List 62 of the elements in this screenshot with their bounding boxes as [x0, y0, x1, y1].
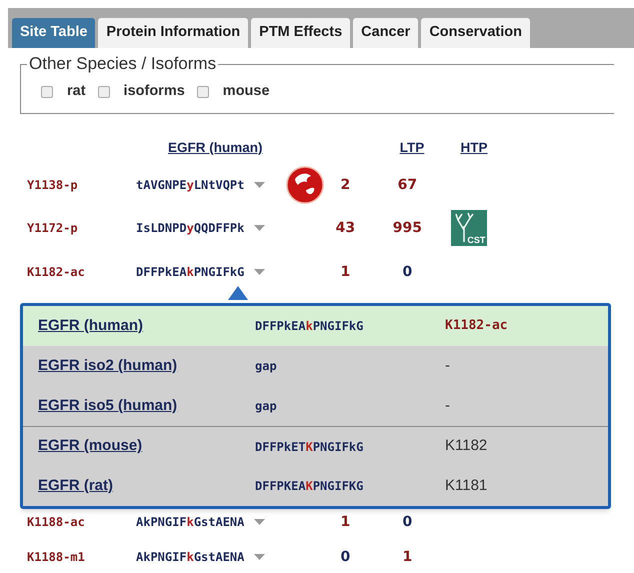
site-label: K1188-ac: [26, 514, 86, 531]
htp-count: 1: [402, 548, 414, 566]
tab[interactable]: Protein Information: [98, 18, 248, 48]
site-label: -: [445, 356, 450, 376]
htp-count: 995: [392, 218, 423, 238]
sequence: IsLDNPDyQQDFFPk: [136, 220, 244, 237]
species-link[interactable]: EGFR (mouse): [23, 435, 255, 458]
checkbox[interactable]: [41, 86, 53, 98]
tab[interactable]: PTM Effects: [251, 18, 350, 48]
dropdown-caret-icon[interactable]: [254, 268, 266, 276]
species-link[interactable]: EGFR (rat): [23, 474, 255, 498]
fieldset-legend: Other Species / Isoforms: [27, 54, 218, 74]
dropdown-caret-icon[interactable]: [254, 554, 266, 560]
tab[interactable]: Site Table: [12, 18, 96, 48]
site-label: K1181: [445, 476, 488, 496]
column-header-link[interactable]: LTP: [386, 138, 438, 158]
ltp-count: 1: [340, 512, 352, 532]
option-label: rat: [67, 82, 86, 101]
popup-row[interactable]: EGFR iso2 (human) gap -: [23, 346, 608, 386]
species-link[interactable]: EGFR iso5 (human): [23, 394, 255, 418]
sequence: tAVGNPEyLNtVQPt: [136, 177, 244, 194]
ltp-count: 2: [340, 176, 352, 194]
ltp-count: 43: [334, 218, 356, 238]
sequence: gap: [255, 398, 278, 415]
site-label: K1182: [445, 436, 488, 456]
dropdown-caret-icon[interactable]: [254, 182, 266, 188]
sequence: AkPNGIFkGstAENA: [136, 549, 244, 566]
sequence: gap: [255, 358, 278, 375]
dropdown-caret-icon[interactable]: [254, 224, 266, 232]
ltp-count: 0: [340, 548, 352, 566]
sequence: DFFPKEAKPNGIFKG: [255, 478, 364, 495]
dropdown-caret-icon[interactable]: [254, 518, 266, 526]
species-link[interactable]: EGFR (human): [23, 314, 255, 338]
popup-row[interactable]: EGFR iso5 (human) gap -: [23, 386, 608, 426]
option-label: mouse: [222, 82, 270, 101]
checkbox[interactable]: [196, 86, 209, 98]
column-header-link[interactable]: HTP: [448, 138, 500, 158]
site-label: K1188-m1: [26, 549, 86, 566]
species-link[interactable]: EGFR iso2 (human): [23, 354, 255, 378]
tab[interactable]: Conservation: [421, 18, 530, 48]
sequence: AkPNGIFkGstAENA: [136, 514, 244, 531]
site-label: K1182-ac: [26, 264, 86, 281]
option-label: isoforms: [124, 82, 185, 101]
cst-logo: CST: [451, 210, 488, 246]
sequence: DFFPkEAkPNGIFkG: [255, 318, 364, 335]
sequence: DFFPkEAkPNGIFkG: [136, 264, 244, 281]
site-label: -: [445, 396, 450, 416]
site-label: K1182-ac: [445, 317, 508, 336]
popup-row[interactable]: EGFR (human) DFFPkEAkPNGIFkG K1182-ac: [23, 306, 608, 346]
globe-icon: [286, 166, 324, 204]
checkbox[interactable]: [98, 86, 110, 98]
popup-row[interactable]: EGFR (rat) DFFPKEAKPNGIFKG K1181: [23, 466, 608, 506]
htp-count: 0: [402, 512, 414, 532]
sequence: DFFPkETKPNGIFkG: [255, 438, 364, 456]
popup-row[interactable]: EGFR (mouse) DFFPkETKPNGIFkG K1182: [23, 426, 608, 466]
site-label: Y1138-p: [26, 177, 79, 194]
htp-count: 67: [396, 176, 418, 194]
htp-count: 0: [402, 262, 414, 282]
column-header-link[interactable]: EGFR (human): [168, 138, 368, 158]
tab[interactable]: Cancer: [353, 18, 418, 48]
ltp-count: 1: [340, 262, 352, 282]
site-label: Y1172-p: [26, 220, 79, 237]
